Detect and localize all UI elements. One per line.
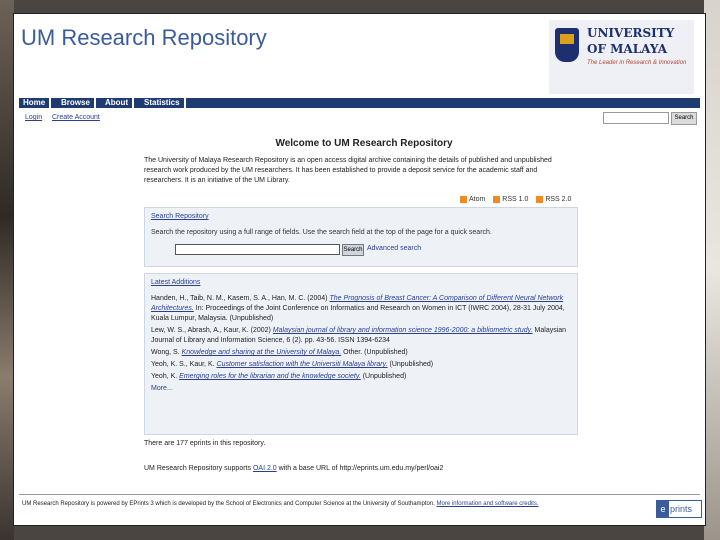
latest-additions-box: Latest Additions Handen, H., Taib, N. M.… [144, 273, 578, 435]
nav-home[interactable]: Home [19, 98, 52, 108]
list-item: Yeoh, K. Emerging roles for the libraria… [151, 373, 407, 380]
list-item: Wong, S. Knowledge and sharing at the Un… [151, 349, 408, 356]
search-description: Search the repository using a full range… [151, 229, 492, 236]
university-logo[interactable]: UNIVERSITY OF MALAYA The Leader in Resea… [549, 20, 694, 94]
rss1-feed-link[interactable]: RSS 1.0 [493, 196, 528, 203]
repository-search-input[interactable] [175, 244, 340, 255]
logo-text-line2: OF MALAYA [587, 42, 668, 56]
rss-icon [536, 196, 544, 203]
atom-feed-link[interactable]: Atom [460, 196, 485, 203]
eprints-logo[interactable]: e prints [656, 500, 702, 518]
intro-text: The University of Malaya Research Reposi… [144, 157, 552, 184]
nav-about[interactable]: About [101, 98, 135, 108]
nav-bar: Home Browse About Statistics [19, 98, 700, 108]
site-title[interactable]: UM Research Repository [21, 25, 267, 51]
background-right [704, 0, 720, 540]
item-title-link[interactable]: Emerging roles for the librarian and the… [179, 373, 361, 380]
nav-browse[interactable]: Browse [57, 98, 96, 108]
footer-text: UM Research Repository is powered by EPr… [22, 501, 539, 507]
item-title-link[interactable]: Knowledge and sharing at the University … [182, 349, 342, 356]
browser-page: UM Research Repository UNIVERSITY OF MAL… [13, 13, 706, 526]
rss-icon [460, 196, 467, 203]
create-account-link[interactable]: Create Account [52, 114, 100, 121]
search-repository-box: Search Repository Search the repository … [144, 207, 578, 267]
list-item: Yeoh, K. S., Kaur, K. Customer satisfact… [151, 361, 434, 368]
rss2-feed-link[interactable]: RSS 2.0 [536, 196, 571, 203]
welcome-heading: Welcome to UM Research Repository [275, 138, 453, 149]
credits-link[interactable]: More information and software credits. [437, 501, 539, 507]
quick-search-button[interactable]: Search [671, 112, 697, 125]
feed-links: Atom RSS 1.0 RSS 2.0 [454, 196, 571, 203]
quick-search-input[interactable] [603, 112, 669, 124]
nav-statistics[interactable]: Statistics [140, 98, 186, 108]
background-left [0, 0, 14, 540]
item-title-link[interactable]: Customer satisfaction with the Universit… [217, 361, 388, 368]
logo-tagline: The Leader in Research & Innovation [587, 60, 687, 66]
crest-icon [555, 28, 579, 62]
eprint-count: There are 177 eprints in this repository… [144, 440, 266, 447]
repository-search-button[interactable]: Search [342, 244, 364, 256]
list-item: Lew, W. S., Abrash, A., Kaur, K. (2002) … [151, 327, 567, 344]
oai-statement: UM Research Repository supports OAI 2.0 … [144, 465, 444, 472]
login-link[interactable]: Login [25, 114, 42, 121]
footer-divider [19, 494, 700, 495]
item-title-link[interactable]: Malaysian journal of library and informa… [273, 327, 533, 334]
logo-text-line1: UNIVERSITY [587, 26, 675, 40]
oai-link[interactable]: OAI 2.0 [253, 465, 277, 472]
search-repository-heading[interactable]: Search Repository [151, 213, 209, 220]
advanced-search-link[interactable]: Advanced search [367, 245, 421, 252]
header: UM Research Repository UNIVERSITY OF MAL… [14, 14, 705, 94]
rss-icon [493, 196, 501, 203]
more-link[interactable]: More... [151, 384, 571, 394]
list-item: Handen, H., Taib, N. M., Kasem, S. A., H… [151, 295, 565, 322]
latest-additions-heading[interactable]: Latest Additions [151, 279, 200, 286]
latest-list: Handen, H., Taib, N. M., Kasem, S. A., H… [151, 294, 571, 396]
eprints-e-icon: e [657, 501, 669, 517]
